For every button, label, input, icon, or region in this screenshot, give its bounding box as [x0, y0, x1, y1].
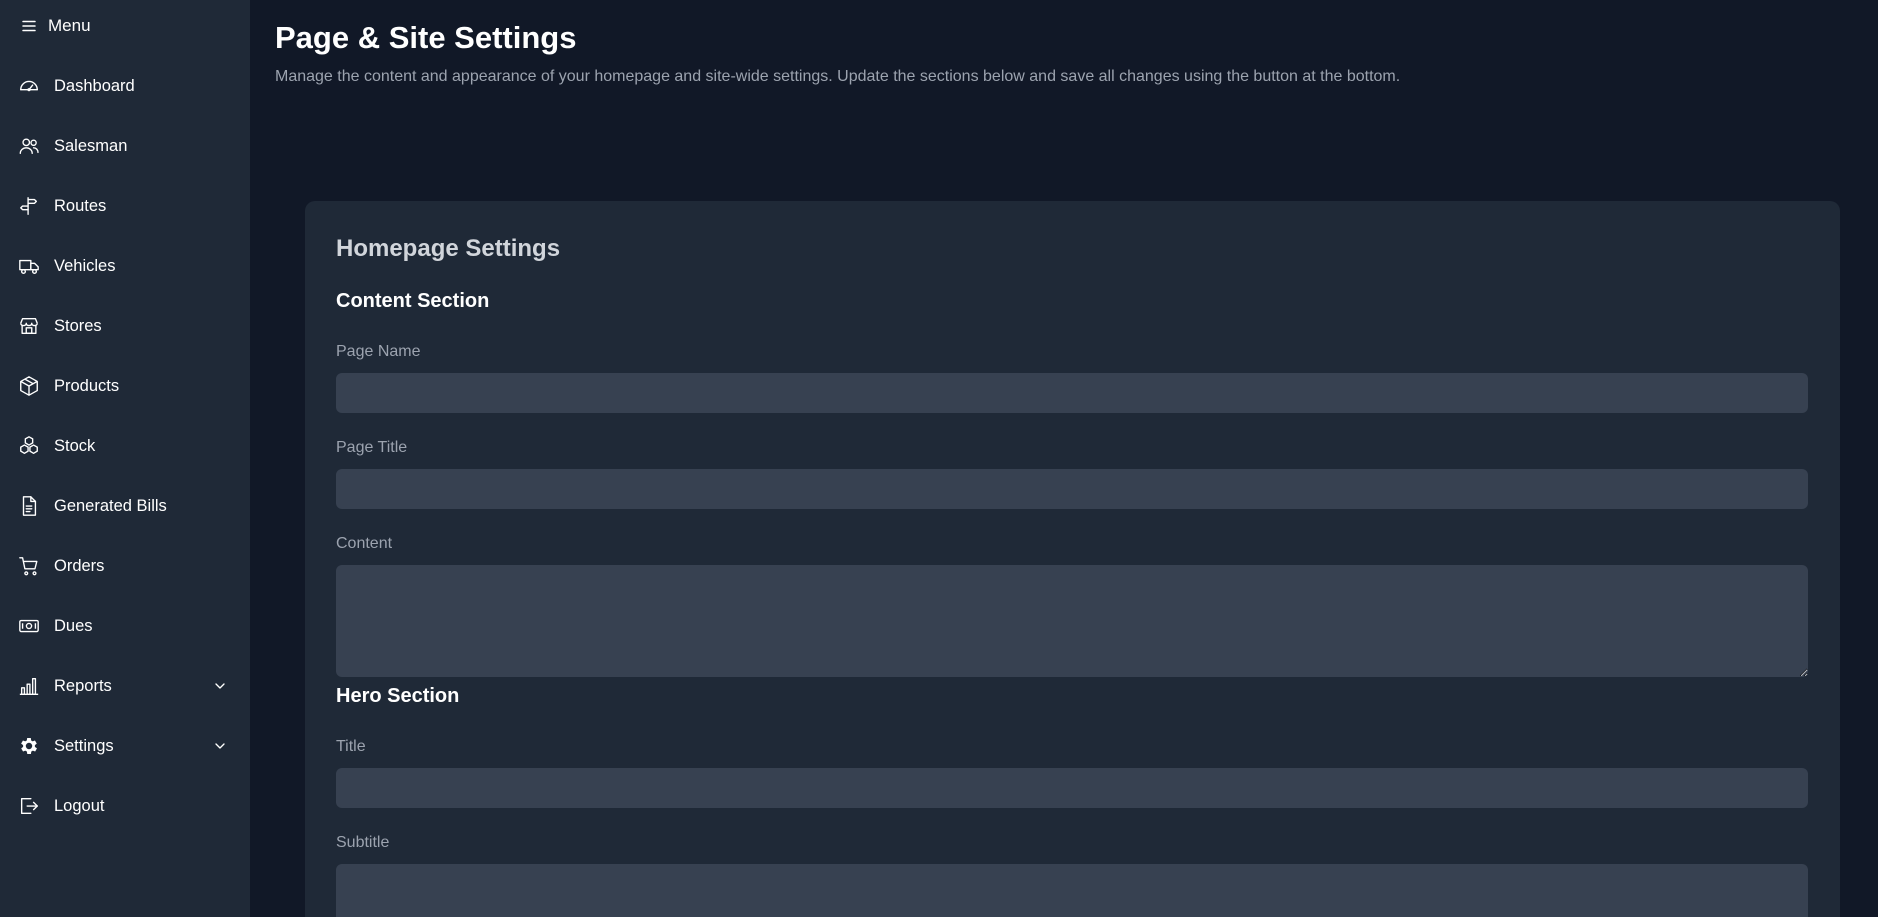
dashboard-gauge-icon [18, 75, 40, 97]
sidebar-item-reports[interactable]: Reports [0, 656, 250, 716]
sidebar-item-label: Routes [54, 196, 107, 215]
menu-toggle[interactable]: Menu [20, 16, 91, 36]
sidebar-item-label: Salesman [54, 136, 128, 155]
cash-icon [18, 615, 40, 637]
sidebar-item-orders[interactable]: Orders [0, 536, 250, 596]
box-icon [18, 375, 40, 397]
sidebar-item-dashboard[interactable]: Dashboard [0, 56, 250, 116]
cubes-icon [18, 435, 40, 457]
sidebar-item-label: Stock [54, 436, 96, 455]
sidebar-item-label: Stores [54, 316, 102, 335]
content-textarea[interactable] [336, 565, 1808, 677]
sidebar-item-label: Orders [54, 556, 105, 575]
gear-icon [18, 735, 40, 757]
cart-icon [18, 555, 40, 577]
sidebar-item-label: Settings [54, 736, 114, 755]
hero-title-label: Title [336, 738, 366, 755]
store-icon [18, 315, 40, 337]
page-title-input[interactable] [336, 469, 1808, 509]
truck-icon [18, 255, 40, 277]
chevron-down-icon[interactable] [212, 678, 228, 694]
sidebar-item-routes[interactable]: Routes [0, 176, 250, 236]
sidebar-item-logout[interactable]: Logout [0, 776, 250, 836]
sidebar-item-generated-bills[interactable]: Generated Bills [0, 476, 250, 536]
sidebar-item-label: Reports [54, 676, 112, 695]
page-name-input[interactable] [336, 373, 1808, 413]
homepage-settings-card: Homepage Settings Content Section Page N… [305, 201, 1840, 917]
sidebar-item-label: Logout [54, 796, 105, 815]
page-title-label: Page Title [336, 439, 408, 456]
page-title: Page & Site Settings [275, 20, 577, 55]
logout-icon [18, 795, 40, 817]
page-name-label: Page Name [336, 343, 421, 360]
sidebar-item-stores[interactable]: Stores [0, 296, 250, 356]
sidebar-nav: Dashboard Salesman Routes Vehicles Store… [0, 56, 250, 836]
sidebar-item-label: Generated Bills [54, 496, 167, 515]
sidebar-item-label: Dashboard [54, 76, 135, 95]
sidebar-item-settings[interactable]: Settings [0, 716, 250, 776]
document-icon [18, 495, 40, 517]
hamburger-icon [22, 20, 36, 32]
sidebar-item-label: Dues [54, 616, 93, 635]
sidebar-item-dues[interactable]: Dues [0, 596, 250, 656]
sidebar-item-label: Products [54, 376, 120, 395]
sidebar-item-products[interactable]: Products [0, 356, 250, 416]
sidebar-item-vehicles[interactable]: Vehicles [0, 236, 250, 296]
sidebar-item-salesman[interactable]: Salesman [0, 116, 250, 176]
content-section-title: Content Section [336, 290, 490, 312]
hero-title-input[interactable] [336, 768, 1808, 808]
sidebar-item-label: Vehicles [54, 256, 116, 275]
signpost-icon [18, 195, 40, 217]
sidebar-item-stock[interactable]: Stock [0, 416, 250, 476]
main-content: Page & Site Settings Manage the content … [250, 0, 1878, 917]
page-description: Manage the content and appearance of you… [275, 68, 1401, 85]
users-icon [18, 135, 40, 157]
bar-chart-icon [18, 675, 40, 697]
hero-section-title: Hero Section [336, 685, 460, 707]
sidebar: Menu Dashboard Salesman Routes Vehicles [0, 0, 250, 917]
card-title: Homepage Settings [336, 235, 561, 262]
chevron-down-icon[interactable] [212, 738, 228, 754]
hero-subtitle-label: Subtitle [336, 834, 390, 851]
menu-label: Menu [48, 16, 91, 35]
hero-subtitle-textarea[interactable] [336, 864, 1808, 917]
content-label: Content [336, 535, 393, 552]
